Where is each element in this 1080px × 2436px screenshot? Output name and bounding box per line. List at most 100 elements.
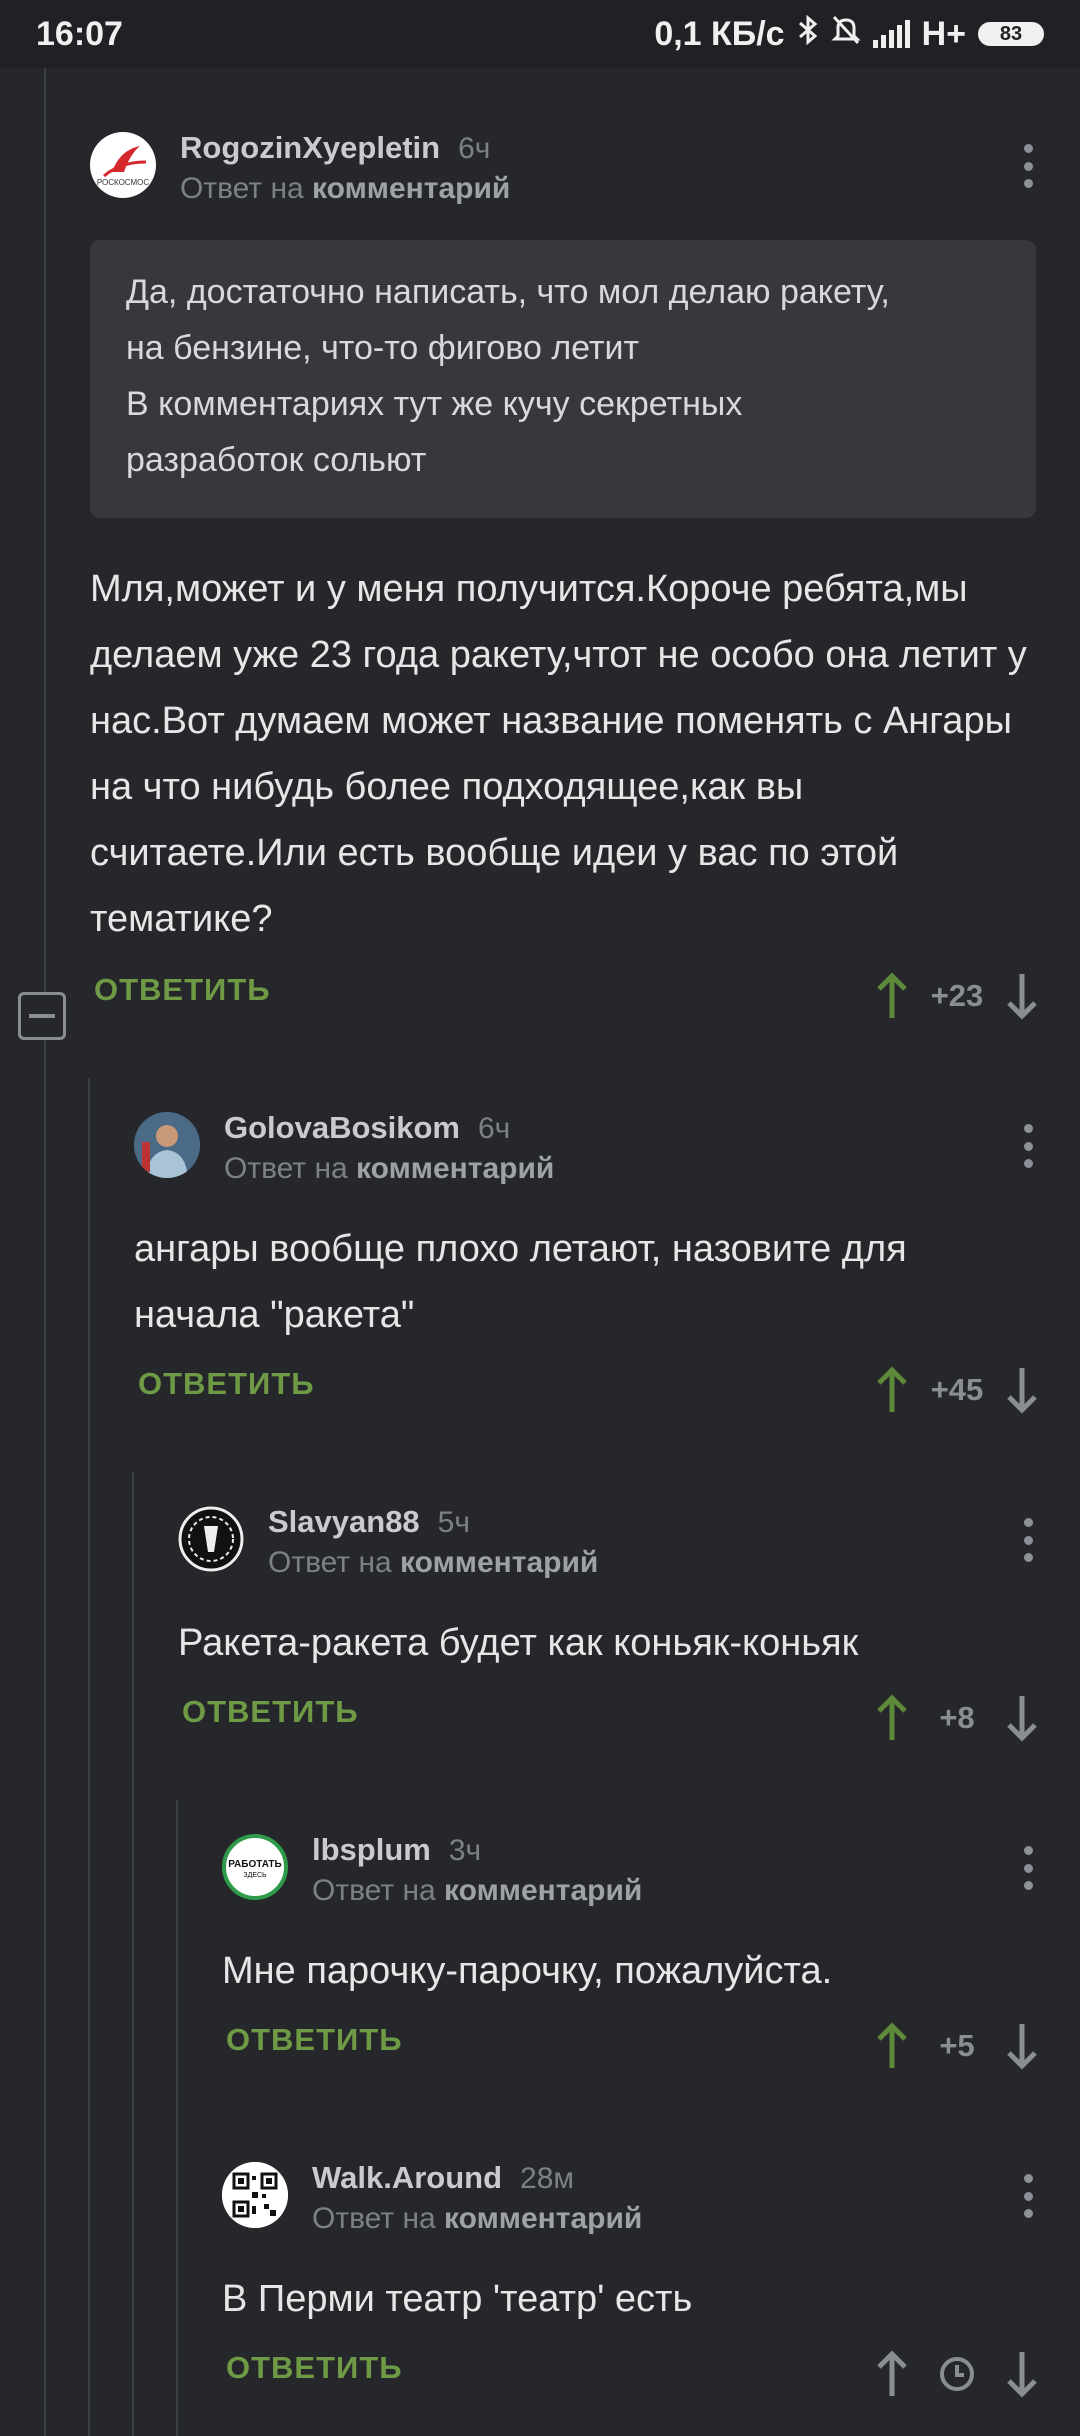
- quote-line: В комментариях тут же кучу секретных: [126, 385, 743, 423]
- comment-author[interactable]: GolovaBosikom 6ч: [224, 1110, 510, 1146]
- comment-header: Slavyan88 5ч Ответ на комментарий: [178, 1504, 1080, 1604]
- person-avatar-icon: [134, 1112, 200, 1178]
- comment-text: Мне парочку-парочку, пожалуйста.: [222, 1950, 833, 1992]
- comment-text: Мля,может и у меня получится.Короче ребя…: [90, 568, 1027, 940]
- comment-author[interactable]: lbsplum 3ч: [312, 1832, 481, 1868]
- roscosmos-logo-icon: РОСКОСМОС: [97, 146, 150, 187]
- comment: Walk.Around 28м Ответ на комментарий: [222, 2160, 1080, 2260]
- downvote-arrow-icon[interactable]: [1002, 971, 1042, 1021]
- comment-score: +23: [930, 978, 984, 1013]
- reply-button[interactable]: ОТВЕТИТЬ: [138, 1366, 315, 1402]
- comment-actions: ОТВЕТИТЬ +5: [222, 2016, 1080, 2076]
- comment: Slavyan88 5ч Ответ на комментарий: [178, 1504, 1080, 1604]
- reply-prefix: Ответ на: [224, 1152, 348, 1185]
- reply-target-link[interactable]: комментарий: [444, 1874, 642, 1907]
- thread-line-level-1[interactable]: [88, 1078, 90, 2436]
- reply-prefix: Ответ на: [268, 1546, 392, 1579]
- comment-score: +45: [930, 1372, 984, 1407]
- vote-controls: +8: [872, 1688, 1042, 1748]
- author-name[interactable]: Walk.Around: [312, 2160, 502, 2195]
- comment-header: GolovaBosikom 6ч Ответ на комментарий: [134, 1110, 1080, 1210]
- vote-controls: +23: [872, 966, 1042, 1026]
- reply-target-link[interactable]: комментарий: [312, 172, 510, 205]
- reply-to-line: Ответ на комментарий: [180, 172, 510, 206]
- comment-score: +5: [939, 2028, 975, 2063]
- mute-icon: [830, 14, 861, 54]
- reply-prefix: Ответ на: [312, 1874, 436, 1907]
- avatar[interactable]: [134, 1112, 200, 1178]
- comment-author[interactable]: RogozinXyepletin 6ч: [180, 130, 490, 166]
- reply-to-line: Ответ на комментарий: [268, 1546, 598, 1580]
- battery-level: 83: [999, 22, 1023, 45]
- upvote-arrow-icon[interactable]: [872, 2349, 912, 2399]
- comment-actions: ОТВЕТИТЬ +45: [134, 1360, 1080, 1420]
- comment-time: 28м: [520, 2162, 575, 2195]
- avatar-label: РОСКОСМОС: [97, 178, 150, 187]
- bluetooth-icon: [797, 14, 819, 54]
- comment-text: Ракета-ракета будет как коньяк-коньяк: [178, 1622, 859, 1664]
- battery-icon: 83: [978, 22, 1044, 46]
- reply-button[interactable]: ОТВЕТИТЬ: [94, 972, 271, 1008]
- comment-time: 5ч: [437, 1506, 470, 1539]
- work-here-avatar-icon: РАБОТАТЬ ЗДЕСЬ: [228, 1859, 281, 1879]
- reply-button[interactable]: ОТВЕТИТЬ: [182, 1694, 359, 1730]
- comment-score: +8: [939, 1700, 975, 1735]
- comment-header: РАБОТАТЬ ЗДЕСЬ lbsplum 3ч Ответ на коммен…: [222, 1832, 1080, 1932]
- avatar[interactable]: РАБОТАТЬ ЗДЕСЬ: [222, 1834, 288, 1900]
- quote-line: на бензине, что-то фигово летит: [126, 329, 640, 367]
- score-hidden-clock-icon: [930, 2355, 984, 2393]
- status-bar: 16:07 0,1 КБ/с H+ 83: [0, 0, 1080, 68]
- upvote-arrow-icon[interactable]: [872, 2021, 912, 2071]
- upvote-arrow-icon[interactable]: [872, 971, 912, 1021]
- signal-icon: [872, 20, 910, 48]
- vote-controls: +45: [872, 1360, 1042, 1420]
- thread-line-level-0-lower: [44, 1040, 46, 2436]
- upvote-arrow-icon[interactable]: [872, 1365, 912, 1415]
- avatar[interactable]: [178, 1506, 244, 1572]
- reply-target-link[interactable]: комментарий: [356, 1152, 554, 1185]
- more-options-icon[interactable]: [1022, 2174, 1034, 2218]
- more-options-icon[interactable]: [1022, 144, 1034, 188]
- author-name[interactable]: lbsplum: [312, 1832, 431, 1867]
- reply-to-line: Ответ на комментарий: [224, 1152, 554, 1186]
- more-options-icon[interactable]: [1022, 1124, 1034, 1168]
- comment-time: 3ч: [448, 1834, 482, 1867]
- reply-prefix: Ответ на: [312, 2202, 436, 2235]
- avatar[interactable]: РОСКОСМОС: [90, 132, 156, 198]
- status-time: 16:07: [36, 14, 123, 53]
- author-name[interactable]: RogozinXyepletin: [180, 130, 440, 165]
- emblem-avatar-icon: [178, 1506, 244, 1572]
- comment-header: Walk.Around 28м Ответ на комментарий: [222, 2160, 1080, 2260]
- avatar-label-bottom: ЗДЕСЬ: [243, 1872, 267, 1879]
- comment-text: ангары вообще плохо летают, назовите для…: [134, 1228, 907, 1336]
- thread-line-level-0: [44, 68, 46, 993]
- downvote-arrow-icon[interactable]: [1002, 2021, 1042, 2071]
- downvote-arrow-icon[interactable]: [1002, 1365, 1042, 1415]
- author-name[interactable]: GolovaBosikom: [224, 1110, 460, 1145]
- reply-target-link[interactable]: комментарий: [400, 1546, 598, 1579]
- collapse-thread-button[interactable]: [18, 992, 66, 1040]
- reply-button[interactable]: ОТВЕТИТЬ: [226, 2022, 403, 2058]
- vote-controls: +5: [872, 2016, 1042, 2076]
- comment-author[interactable]: Walk.Around 28м: [312, 2160, 574, 2196]
- upvote-arrow-icon[interactable]: [872, 1693, 912, 1743]
- thread-line-level-3[interactable]: [176, 1800, 178, 2436]
- comment: GolovaBosikom 6ч Ответ на комментарий: [134, 1110, 1080, 1210]
- downvote-arrow-icon[interactable]: [1002, 2349, 1042, 2399]
- reply-to-line: Ответ на комментарий: [312, 1874, 642, 1908]
- downvote-arrow-icon[interactable]: [1002, 1693, 1042, 1743]
- comment-actions: ОТВЕТИТЬ +23: [90, 966, 1080, 1026]
- comment-time: 6ч: [478, 1112, 511, 1145]
- avatar[interactable]: [222, 2162, 288, 2228]
- more-options-icon[interactable]: [1022, 1846, 1034, 1890]
- reply-target-link[interactable]: комментарий: [444, 2202, 642, 2235]
- more-options-icon[interactable]: [1022, 1518, 1034, 1562]
- quote-line: разработок сольют: [126, 441, 427, 479]
- author-name[interactable]: Slavyan88: [268, 1504, 420, 1539]
- qr-code-avatar-icon: [222, 2162, 288, 2228]
- comment-header: РОСКОСМОС RogozinXyepletin 6ч Ответ на ко…: [90, 130, 1080, 230]
- comment-author[interactable]: Slavyan88 5ч: [268, 1504, 470, 1540]
- reply-button[interactable]: ОТВЕТИТЬ: [226, 2350, 403, 2386]
- thread-line-level-2[interactable]: [132, 1472, 134, 2436]
- network-type: H+: [921, 14, 966, 53]
